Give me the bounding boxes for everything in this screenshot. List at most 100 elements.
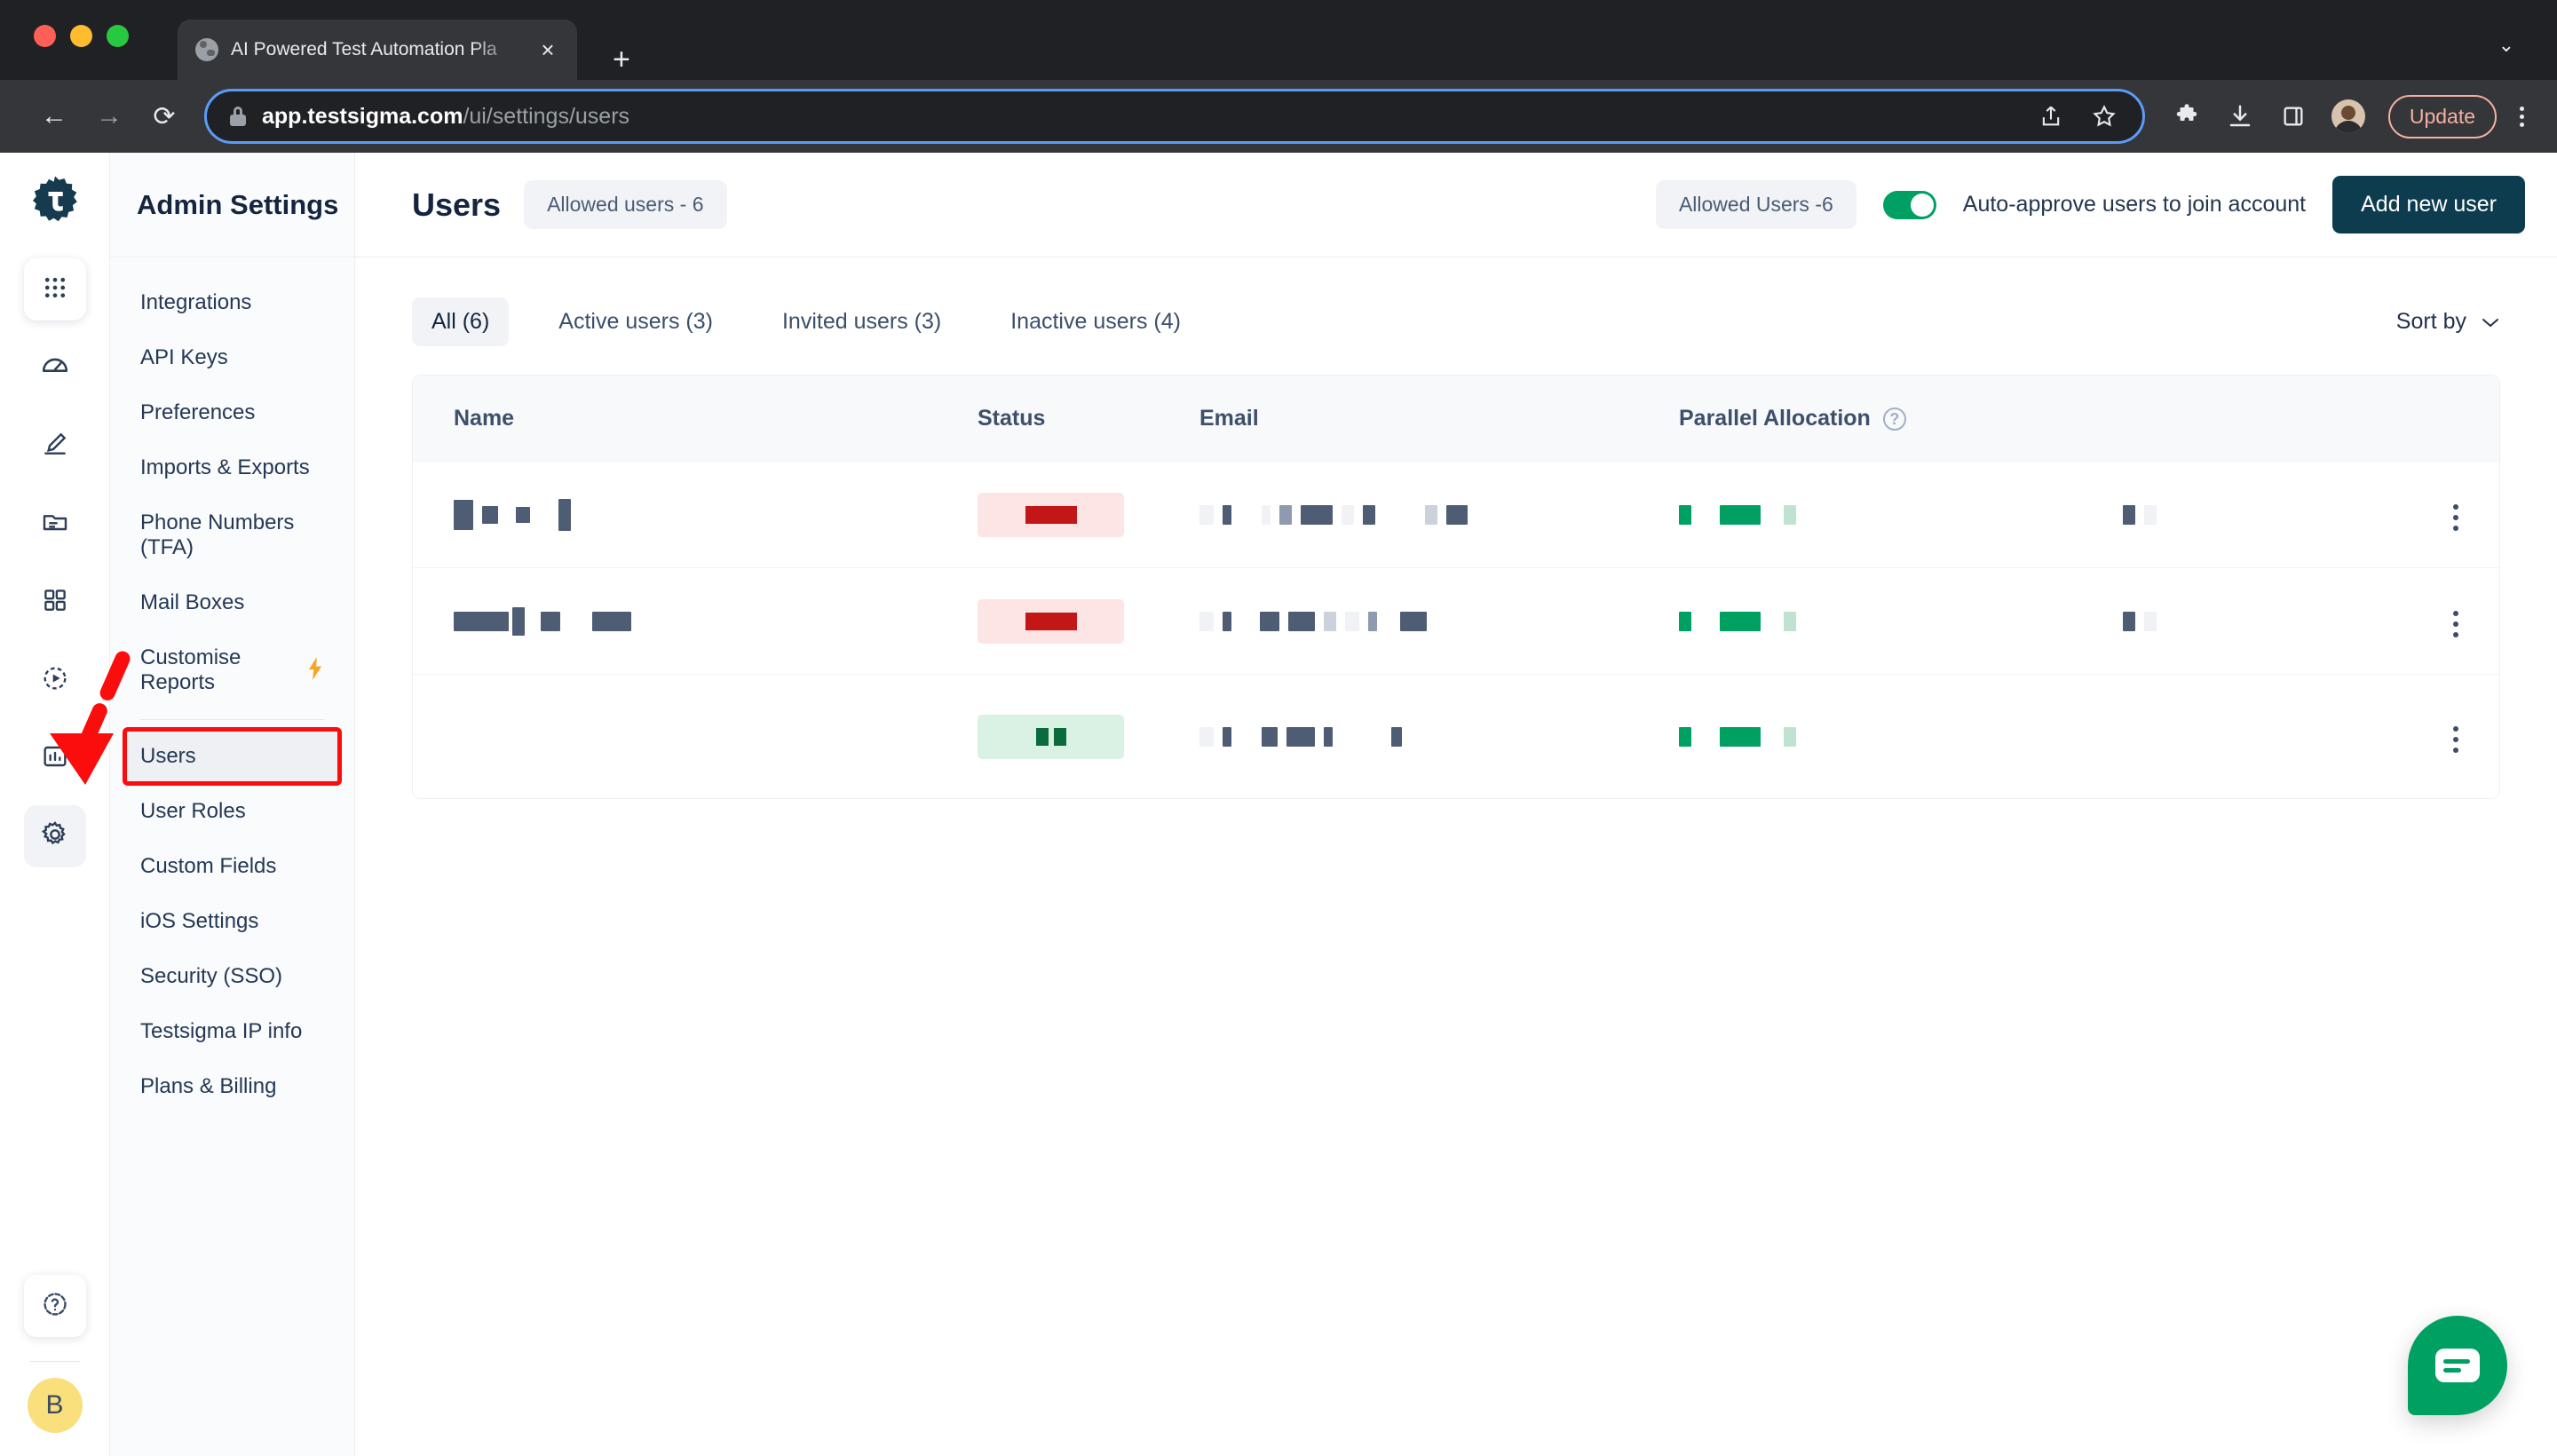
sort-by-dropdown[interactable]: Sort by [2396, 309, 2500, 335]
sidebar-item-testsigma-ip-info[interactable]: Testsigma IP info [126, 1006, 338, 1057]
auto-approve-toggle[interactable] [1882, 190, 1936, 219]
profile-avatar[interactable] [2331, 99, 2365, 133]
nav-label: Phone Numbers (TFA) [140, 510, 295, 559]
minimize-window-button[interactable] [70, 25, 92, 47]
cell-row-menu[interactable] [2396, 605, 2458, 637]
tab-inactive-users[interactable]: Inactive users (4) [991, 297, 1200, 346]
kebab-menu-icon[interactable] [2453, 504, 2458, 531]
help-button[interactable] [23, 1275, 86, 1337]
redacted-email [1199, 611, 1679, 631]
sidebar-item-phone-numbers[interactable]: Phone Numbers (TFA) [126, 497, 338, 574]
add-new-user-button[interactable]: Add new user [2332, 176, 2525, 233]
column-header-parallel-allocation: Parallel Allocation ? [1679, 406, 1972, 431]
status-badge [978, 598, 1124, 644]
sidebar-item-ios-settings[interactable]: iOS Settings [126, 896, 338, 947]
close-window-button[interactable] [34, 25, 56, 47]
nav-divider [140, 719, 324, 720]
update-button[interactable]: Update [2387, 94, 2497, 138]
help-circle-icon[interactable]: ? [1882, 408, 1906, 431]
kebab-menu-icon[interactable] [2520, 103, 2530, 131]
allowed-users-badge: Allowed users - 6 [524, 180, 727, 229]
rail-divider [29, 1361, 80, 1362]
cell-email [1199, 504, 1679, 525]
nav-label: Mail Boxes [140, 590, 245, 614]
reports-chart-icon [41, 742, 69, 775]
puzzle-icon[interactable] [2172, 101, 2202, 131]
sidebar-item-integrations[interactable]: Integrations [126, 277, 338, 328]
tab-active-users[interactable]: Active users (3) [539, 297, 732, 346]
sidebar-item-mail-boxes[interactable]: Mail Boxes [126, 577, 338, 629]
run-play-icon [41, 664, 69, 697]
table-row[interactable] [413, 461, 2499, 567]
redacted-name [454, 606, 978, 636]
page-header: Users Allowed users - 6 Allowed Users -6… [355, 153, 2557, 257]
back-button[interactable]: ← [27, 89, 82, 144]
new-tab-button[interactable]: + [613, 44, 630, 75]
apps-grid-icon [42, 274, 68, 305]
auto-approve-label: Auto-approve users to join account [1962, 192, 2307, 217]
sidebar-item-test-cases[interactable] [24, 493, 86, 555]
user-avatar[interactable]: B [27, 1378, 83, 1433]
tab-invited-users[interactable]: Invited users (3) [763, 297, 961, 346]
kebab-menu-icon[interactable] [2453, 726, 2458, 753]
nav-label: Users [140, 744, 196, 768]
redacted-extra [1972, 504, 2396, 525]
sidebar-item-preferences[interactable]: Preferences [126, 387, 338, 439]
cell-extra [1972, 504, 2396, 525]
redacted-email [1199, 504, 1679, 525]
sidebar-item-runs[interactable] [24, 649, 86, 711]
sidebar-item-security-sso[interactable]: Security (SSO) [126, 951, 338, 1002]
toolbar-right-actions: Update [2157, 94, 2530, 138]
address-bar[interactable]: app.testsigma.com/ui/settings/users [204, 89, 2145, 144]
sidebar-item-test-suites[interactable] [24, 571, 86, 633]
forward-button[interactable]: → [82, 89, 137, 144]
address-bar-actions [2036, 101, 2119, 131]
sidebar-item-users[interactable]: Users [123, 727, 342, 786]
download-icon[interactable] [2225, 101, 2255, 131]
sidebar-item-api-keys[interactable]: API Keys [126, 332, 338, 384]
nav-label: Imports & Exports [140, 455, 310, 479]
sidebar-item-user-roles[interactable]: User Roles [126, 786, 338, 837]
table-row[interactable] [413, 567, 2499, 674]
nav-label: Testsigma IP info [140, 1019, 303, 1043]
reload-button[interactable]: ⟳ [137, 89, 192, 144]
sidebar-item-custom-fields[interactable]: Custom Fields [126, 841, 338, 892]
maximize-window-button[interactable] [107, 25, 129, 47]
column-header-name: Name [454, 405, 515, 431]
redacted-name [454, 708, 978, 766]
side-panel-icon[interactable] [2278, 101, 2308, 131]
redacted-allocation [1679, 504, 1796, 525]
table-row[interactable] [413, 674, 2499, 798]
redacted-allocation [1679, 726, 1796, 747]
cell-row-menu[interactable] [2396, 720, 2458, 753]
dashboard-speedometer-icon [40, 351, 70, 385]
cell-row-menu[interactable] [2396, 498, 2458, 531]
cell-status [978, 492, 1199, 537]
sidebar-item-create[interactable] [24, 415, 86, 477]
kebab-menu-icon[interactable] [2453, 611, 2458, 637]
close-tab-button[interactable]: × [536, 38, 559, 61]
sidebar-item-plans-billing[interactable]: Plans & Billing [126, 1061, 338, 1112]
sidebar-item-imports-exports[interactable]: Imports & Exports [126, 442, 338, 494]
star-icon[interactable] [2089, 101, 2119, 131]
sidebar-item-apps-grid[interactable] [23, 258, 86, 320]
cell-parallel-allocation [1679, 611, 1972, 631]
chevron-down-icon[interactable]: ⌄ [2498, 34, 2514, 57]
sidebar-item-dashboard[interactable] [24, 336, 86, 399]
tab-all-users[interactable]: All (6) [412, 297, 510, 346]
browser-tab[interactable]: AI Powered Test Automation Pla × [178, 20, 577, 80]
admin-settings-list: Integrations API Keys Preferences Import… [110, 257, 354, 1112]
testsigma-logo[interactable] [28, 174, 82, 227]
sidebar-item-customise-reports[interactable]: Customise Reports [126, 632, 338, 708]
cell-name [454, 708, 978, 766]
cell-email [1199, 611, 1679, 631]
sidebar-item-reports[interactable] [24, 727, 86, 789]
users-panel: All (6) Active users (3) Invited users (… [355, 257, 2557, 1456]
cell-parallel-allocation [1679, 726, 1972, 747]
chat-widget-button[interactable] [2408, 1316, 2507, 1415]
nav-label: Customise Reports [140, 645, 241, 694]
browser-window: AI Powered Test Automation Pla × + ⌄ ← →… [0, 0, 2557, 1456]
sidebar-item-settings[interactable] [23, 805, 86, 867]
admin-settings-nav: Admin Settings Integrations API Keys Pre… [110, 153, 355, 1456]
share-icon[interactable] [2036, 101, 2066, 131]
